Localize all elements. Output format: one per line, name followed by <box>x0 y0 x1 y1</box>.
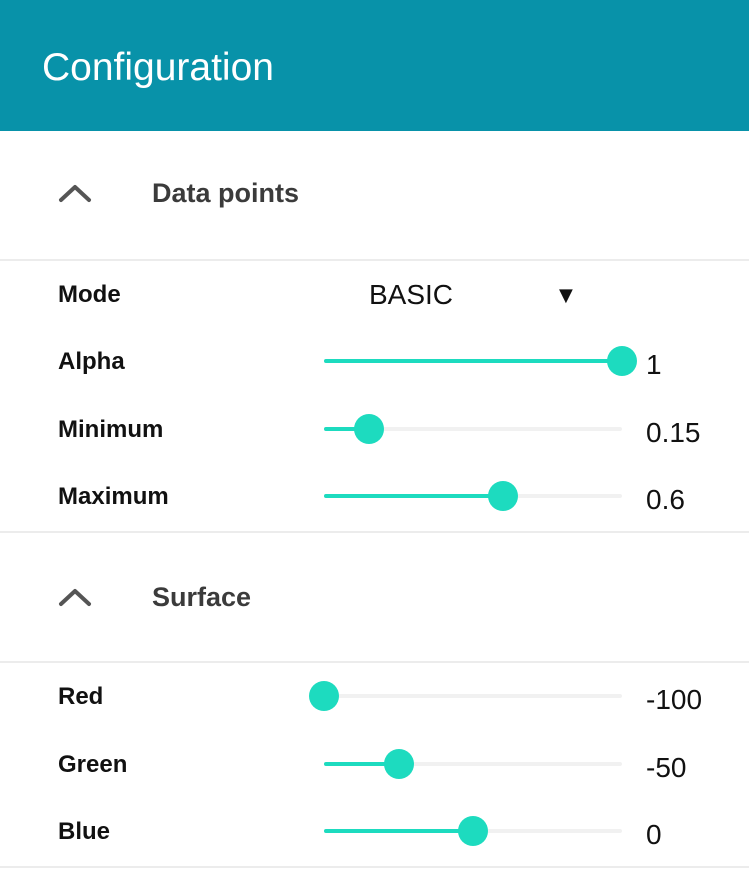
slider-thumb[interactable] <box>309 681 339 711</box>
mode-select[interactable]: BASIC ▼ <box>369 279 581 313</box>
app-header: Configuration <box>0 0 749 131</box>
blue-label: Blue <box>58 818 111 845</box>
section-header-surface[interactable]: Surface <box>0 533 749 663</box>
maximum-label: Maximum <box>58 483 169 510</box>
blue-value: 0 <box>646 819 662 850</box>
alpha-value: 1 <box>646 349 662 380</box>
slider-thumb[interactable] <box>353 414 384 444</box>
blue-slider[interactable] <box>324 815 622 847</box>
dropdown-arrow-icon: ▼ <box>559 285 573 306</box>
minimum-value: 0.15 <box>646 417 701 448</box>
red-value: -100 <box>646 684 703 715</box>
page-title: Configuration <box>42 46 274 89</box>
slider-fill <box>324 829 473 833</box>
divider <box>0 661 749 663</box>
green-label: Green <box>58 751 128 778</box>
green-slider[interactable] <box>324 748 622 780</box>
section-title-surface: Surface <box>152 582 252 612</box>
red-label: Red <box>58 683 104 710</box>
green-value: -50 <box>646 752 687 783</box>
slider-thumb[interactable] <box>607 346 637 376</box>
maximum-value: 0.6 <box>646 484 685 515</box>
divider <box>0 866 749 868</box>
slider-thumb[interactable] <box>487 481 518 511</box>
slider-thumb[interactable] <box>458 816 488 846</box>
chevron-up-icon[interactable] <box>58 183 92 203</box>
alpha-slider[interactable] <box>324 345 637 377</box>
divider <box>0 259 749 261</box>
slider-fill <box>324 494 503 498</box>
section-header-data-points[interactable]: Data points <box>0 131 749 261</box>
minimum-label: Minimum <box>58 416 164 443</box>
slider-track <box>324 694 622 698</box>
mode-select-value: BASIC <box>369 279 454 310</box>
alpha-label: Alpha <box>58 348 125 375</box>
mode-label: Mode <box>58 281 121 308</box>
section-title-data-points: Data points <box>152 178 300 208</box>
red-slider[interactable] <box>309 680 622 712</box>
minimum-slider[interactable] <box>324 413 622 445</box>
chevron-up-icon[interactable] <box>58 587 92 607</box>
maximum-slider[interactable] <box>324 480 622 512</box>
slider-fill <box>324 359 622 363</box>
slider-thumb[interactable] <box>383 749 414 779</box>
